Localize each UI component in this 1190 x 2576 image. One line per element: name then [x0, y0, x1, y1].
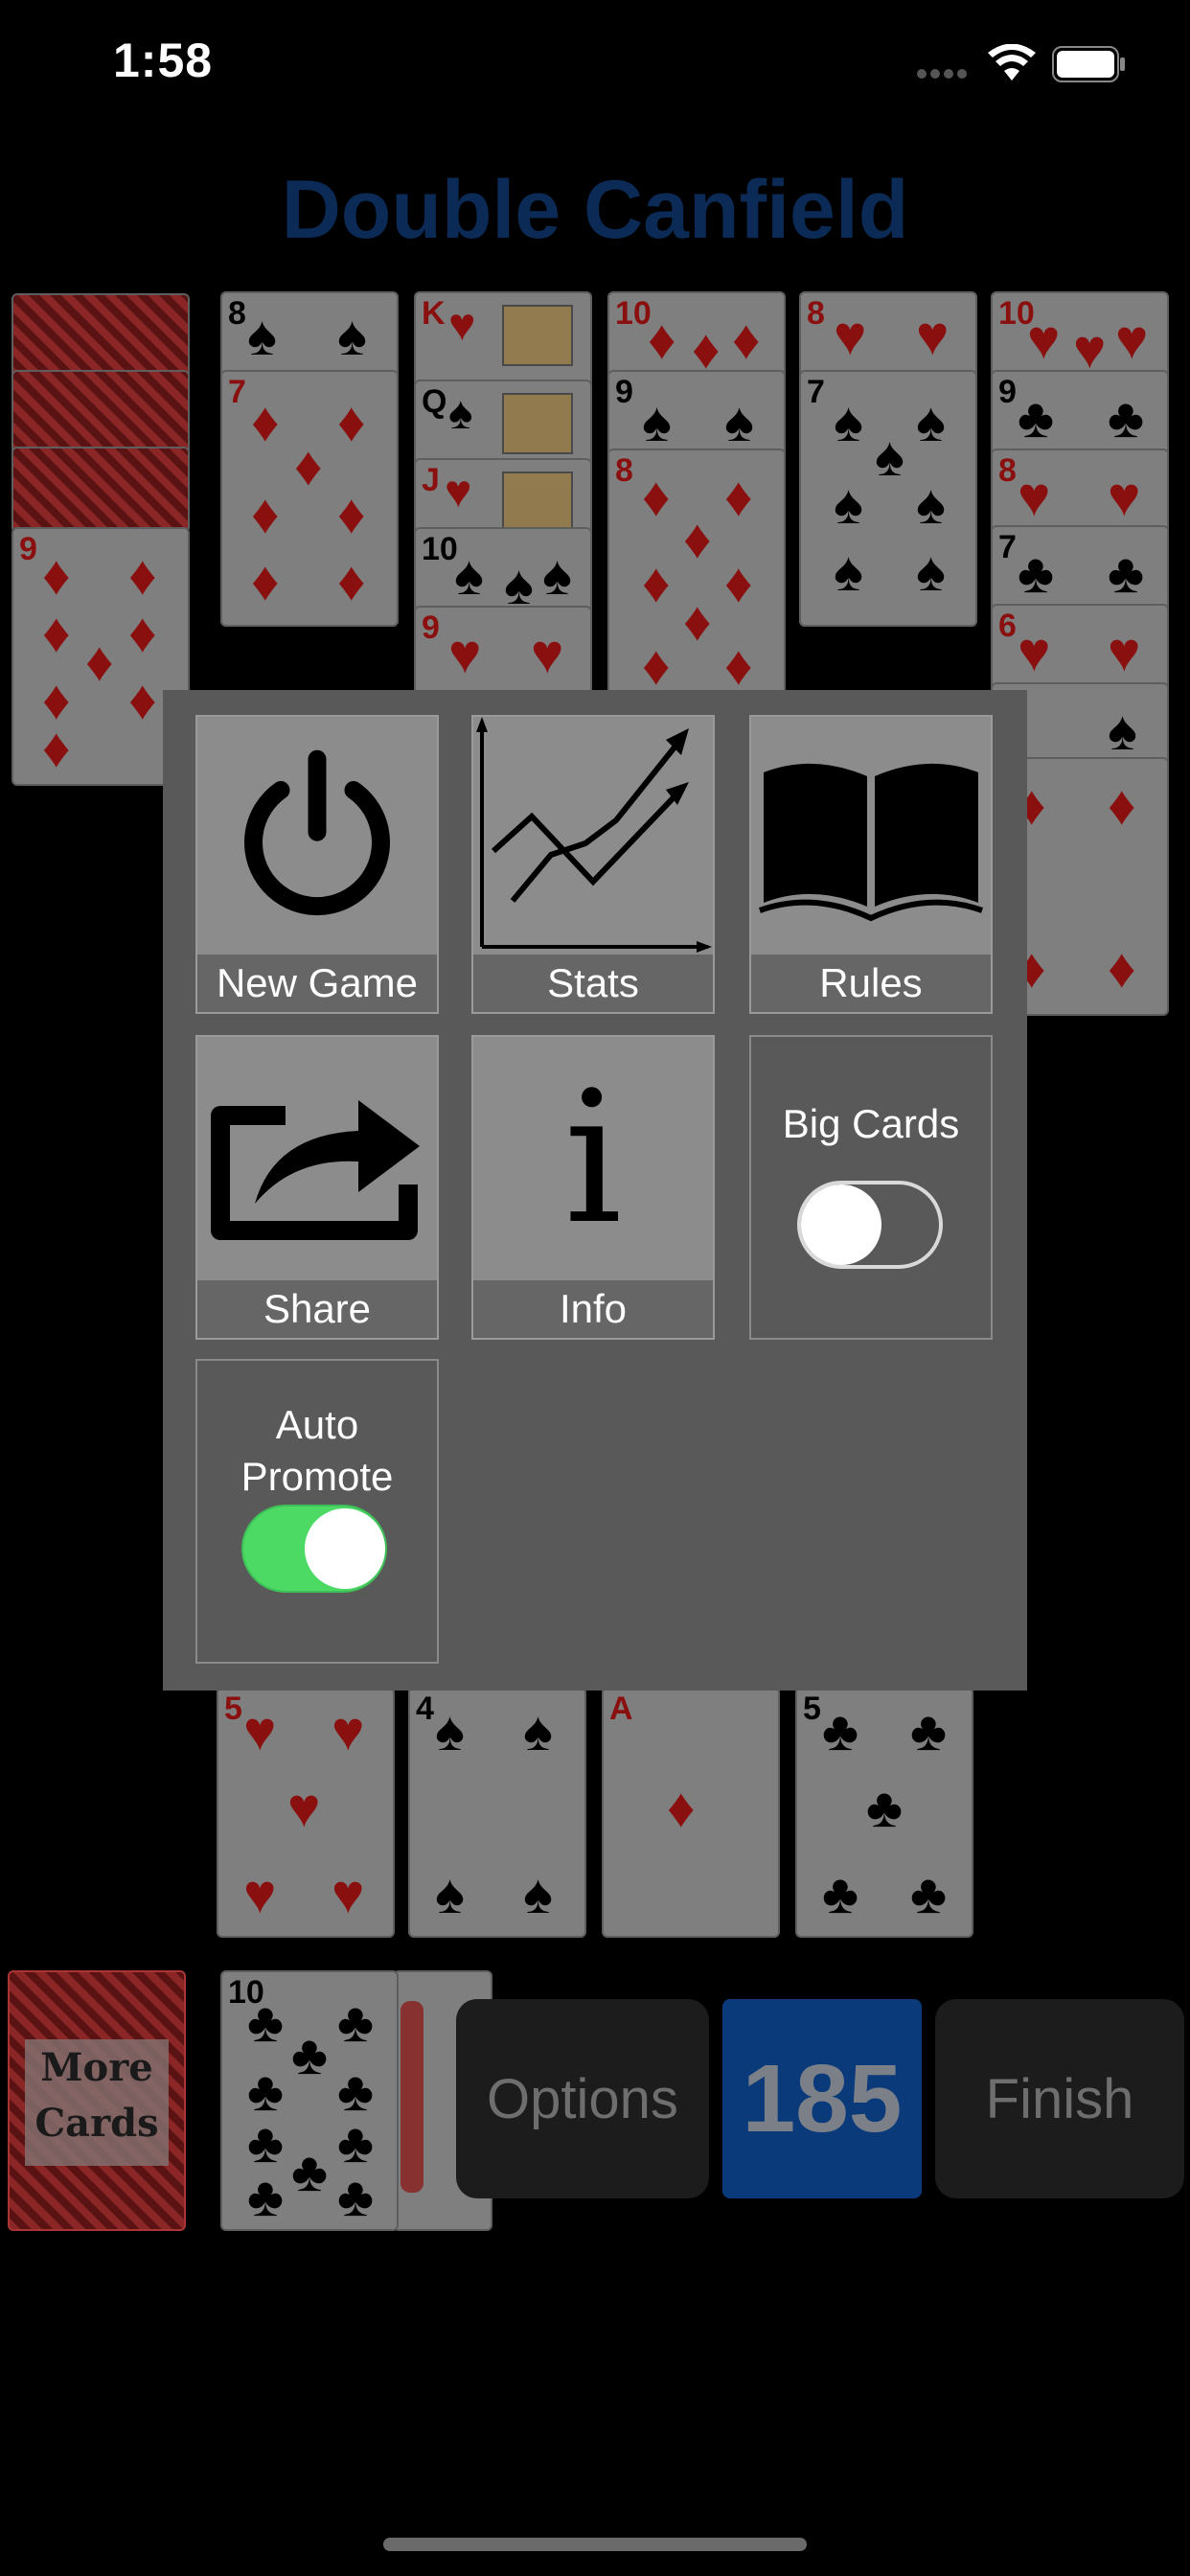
- info-label: Info: [473, 1280, 713, 1338]
- foundation-pile[interactable]: 4 ♠ ♠ ♠ ♠: [408, 1687, 586, 1938]
- options-button[interactable]: Options: [456, 1999, 709, 2198]
- share-icon: [197, 1037, 437, 1280]
- auto-promote-toggle[interactable]: [241, 1505, 387, 1593]
- share-label: Share: [197, 1280, 437, 1338]
- battery-icon: [1052, 46, 1127, 87]
- score-display: 185: [722, 1999, 922, 2198]
- stock-label-line1: More: [40, 2045, 153, 2090]
- auto-promote-label-line2: Promote: [240, 1454, 394, 1499]
- stats-button[interactable]: Stats: [471, 715, 715, 1014]
- card-back: [11, 447, 190, 533]
- auto-promote-setting: Auto Promote: [195, 1359, 439, 1664]
- foundation-pile[interactable]: A ♦: [602, 1687, 780, 1938]
- rules-button[interactable]: Rules: [749, 715, 993, 1014]
- tableau-card[interactable]: 7 ♦ ♦ ♦ ♦ ♦ ♦ ♦: [220, 370, 399, 627]
- tableau-card[interactable]: K ♥: [414, 291, 592, 387]
- new-game-button[interactable]: New Game: [195, 715, 439, 1014]
- share-button[interactable]: Share: [195, 1035, 439, 1340]
- info-glyph: i: [563, 1052, 623, 1264]
- tableau-card[interactable]: 8 ♦ ♦ ♦ ♦ ♦ ♦ ♦ ♦: [607, 448, 786, 707]
- foundation-pile[interactable]: 5 ♣ ♣ ♣ ♣ ♣: [795, 1687, 973, 1938]
- stats-chart-icon: [473, 717, 713, 954]
- options-menu: New Game Stats Rules Share i Info Big Ca…: [163, 690, 1027, 1690]
- auto-promote-label-line1: Auto: [275, 1402, 359, 1447]
- stock-label-line2: Cards: [34, 2101, 159, 2146]
- stats-label: Stats: [473, 954, 713, 1012]
- foundation-pile[interactable]: 5 ♥ ♥ ♥ ♥ ♥: [217, 1687, 395, 1938]
- finish-button[interactable]: Finish: [935, 1999, 1184, 2198]
- book-icon: [751, 717, 991, 954]
- tableau-card[interactable]: 7 ♠ ♠ ♠ ♠ ♠ ♠ ♠: [799, 370, 977, 627]
- waste-pile[interactable]: 10 ♣ ♣ ♣ ♣ ♣ ♣ ♣ ♣ ♣ ♣: [220, 1970, 399, 2231]
- status-time: 1:58: [113, 34, 214, 87]
- card-back: [11, 293, 190, 380]
- game-title: Double Canfield: [281, 164, 909, 256]
- info-icon: i: [473, 1037, 713, 1280]
- home-indicator: [383, 2538, 807, 2551]
- wifi-icon: [987, 43, 1037, 87]
- new-game-label: New Game: [197, 954, 437, 1012]
- rules-label: Rules: [751, 954, 991, 1012]
- card-back: [11, 370, 190, 456]
- big-cards-setting: Big Cards: [749, 1035, 993, 1340]
- big-cards-toggle[interactable]: [797, 1181, 943, 1269]
- info-button[interactable]: i Info: [471, 1035, 715, 1340]
- cellular-signal-icon: [916, 67, 972, 85]
- big-cards-label: Big Cards: [782, 1101, 960, 1146]
- stock-pile[interactable]: More Cards: [8, 1970, 186, 2231]
- power-icon: [197, 717, 437, 954]
